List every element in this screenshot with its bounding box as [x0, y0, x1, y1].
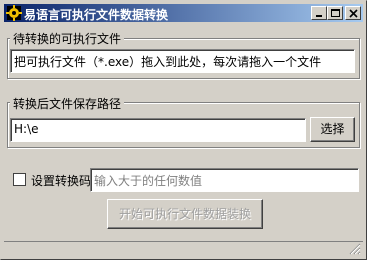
title-bar[interactable]: 易语言可执行文件数据转换 [4, 4, 363, 22]
main-window: 易语言可执行文件数据转换 待转换的可执行文件 把可执行文件（*.exe）拖入到此… [0, 0, 367, 260]
save-path-input[interactable]: H:\e [10, 118, 306, 142]
output-group-label: 转换后文件保存路径 [10, 95, 125, 112]
drop-target-field[interactable]: 把可执行文件（*.exe）拖入到此处，每次请拖入一个文件 [10, 49, 355, 73]
close-button[interactable] [345, 6, 361, 20]
select-button[interactable]: 选择 [310, 117, 355, 142]
start-convert-button[interactable]: 开始可执行文件数据装换 [107, 199, 263, 229]
window-title: 易语言可执行文件数据转换 [24, 8, 169, 22]
status-bar [4, 241, 363, 257]
minimize-button[interactable] [311, 6, 327, 20]
maximize-button[interactable] [327, 6, 343, 20]
close-icon [349, 9, 358, 18]
maximize-icon [331, 9, 340, 17]
app-icon [6, 5, 22, 21]
minimize-icon [316, 15, 322, 17]
set-code-label: 设置转换码 [31, 174, 92, 188]
set-code-checkbox[interactable] [13, 173, 26, 186]
source-group-label: 待转换的可执行文件 [10, 30, 125, 47]
resize-grip-icon[interactable] [349, 243, 361, 255]
code-input[interactable]: 输入大于的任何数值 [90, 168, 359, 192]
